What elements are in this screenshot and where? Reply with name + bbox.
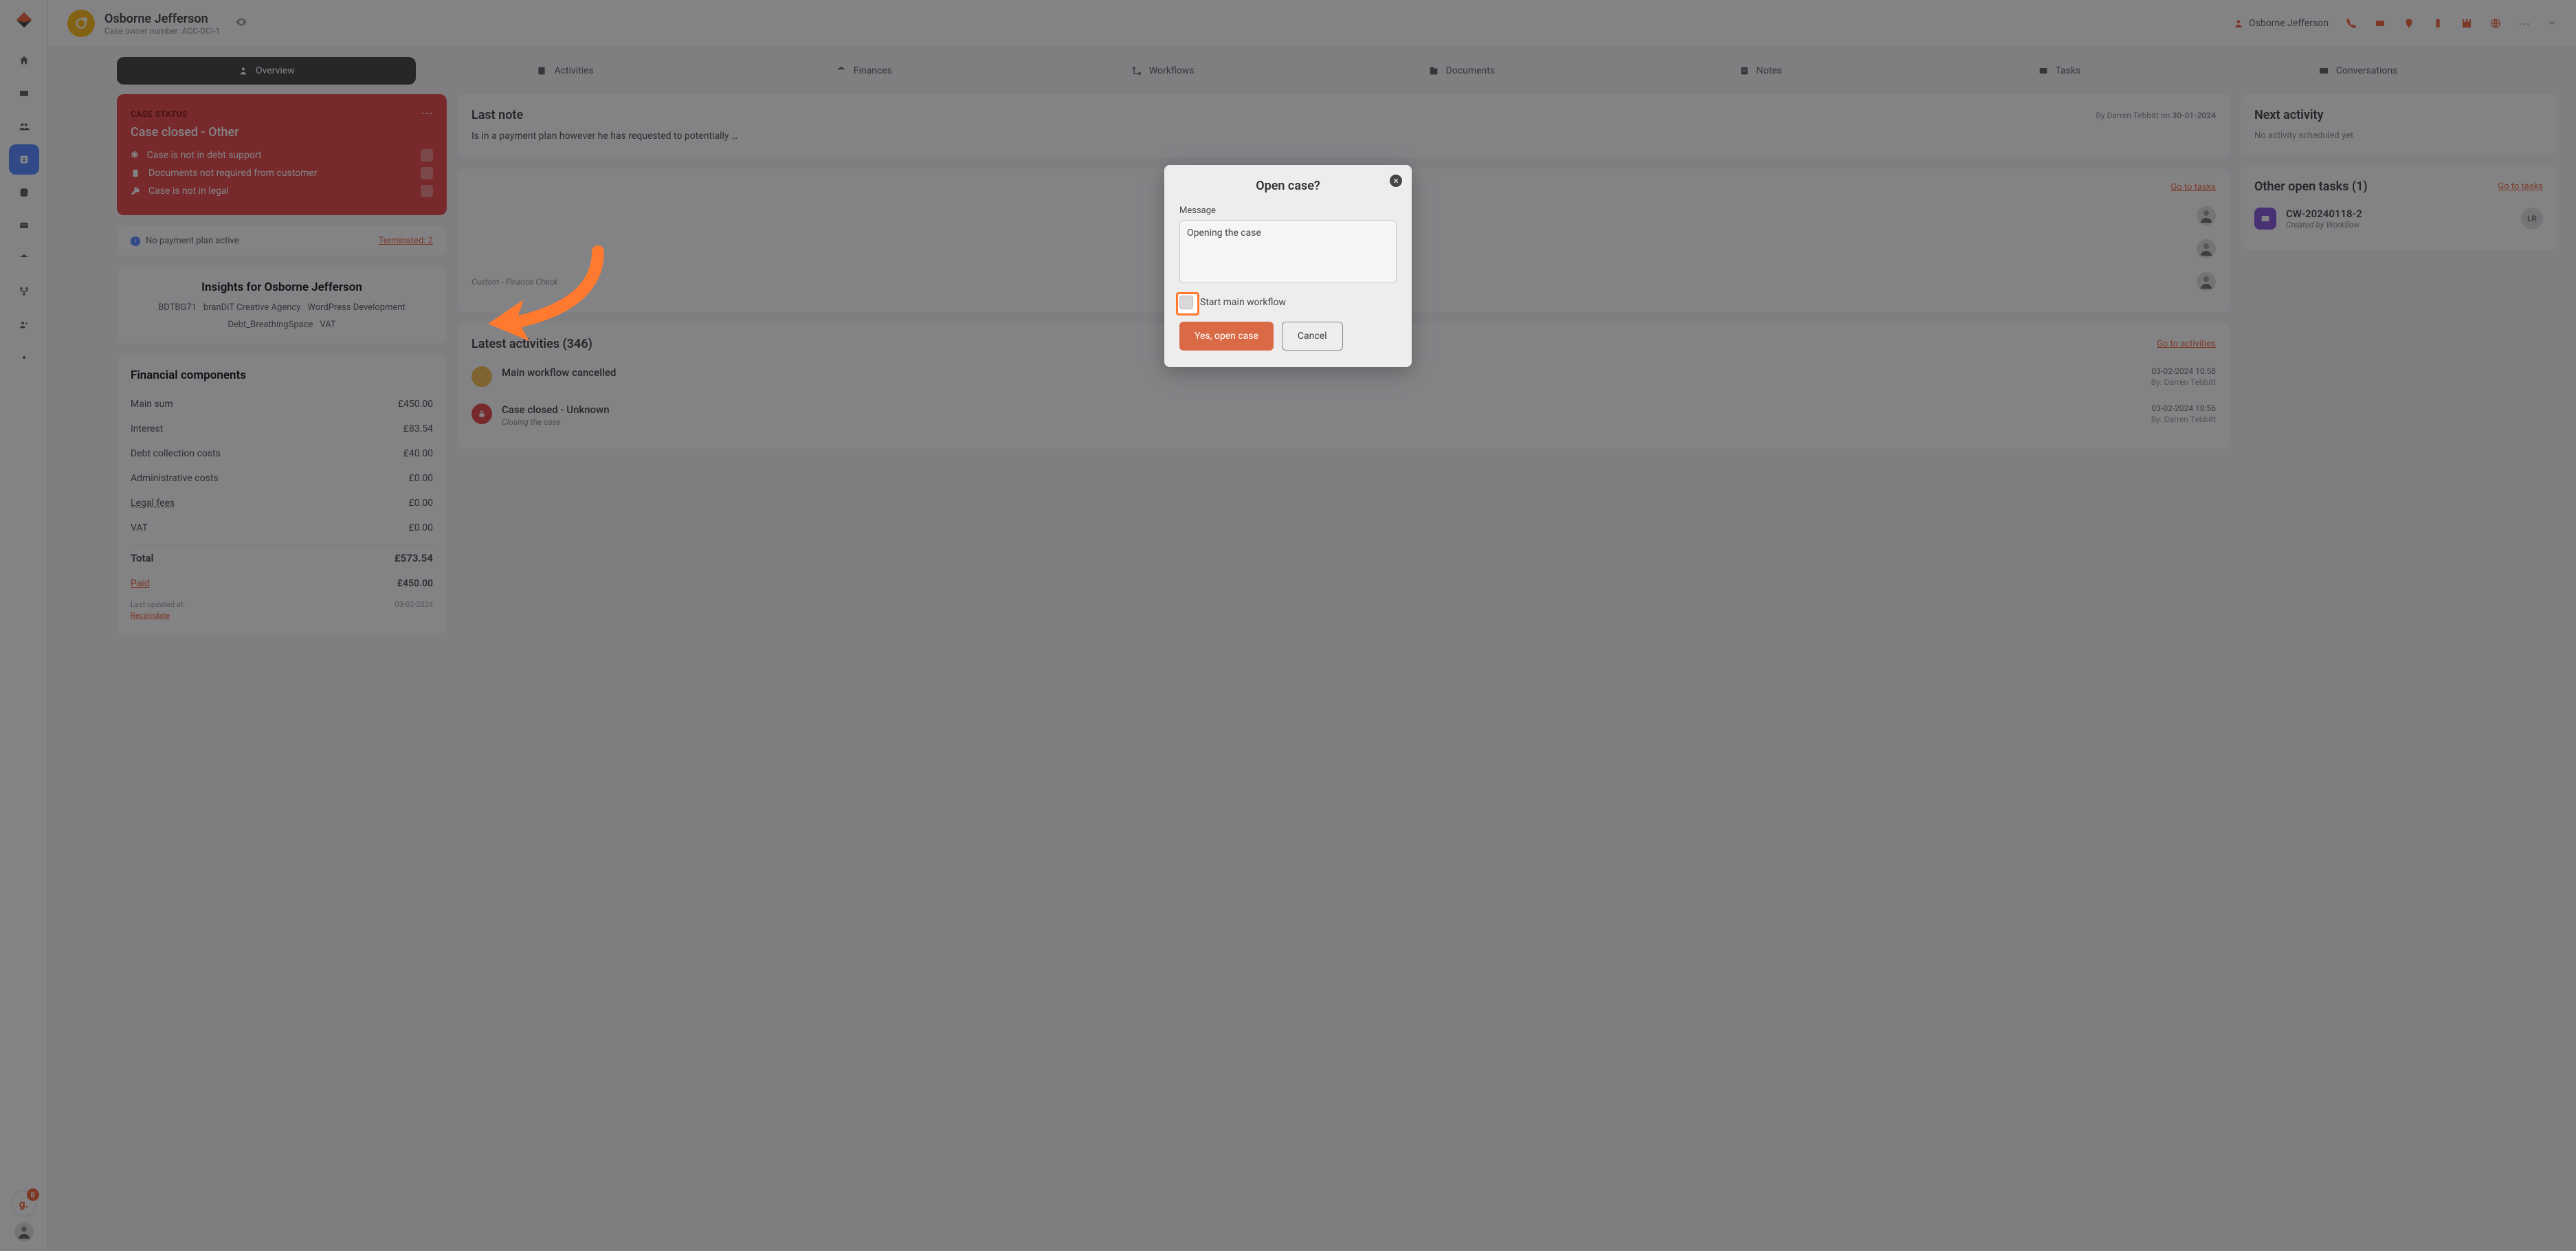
modal-title: Open case? xyxy=(1179,179,1397,193)
open-case-modal: ✕ Open case? Message Opening the case St… xyxy=(1164,165,1412,367)
message-input[interactable]: Opening the case xyxy=(1179,220,1397,283)
message-label: Message xyxy=(1179,206,1397,216)
cancel-button[interactable]: Cancel xyxy=(1282,322,1343,351)
confirm-button[interactable]: Yes, open case xyxy=(1179,322,1274,351)
annotation-arrow xyxy=(474,245,619,355)
modal-close-button[interactable]: ✕ xyxy=(1390,175,1402,187)
checkbox-label: Start main workflow xyxy=(1200,297,1286,308)
modal-overlay: ✕ Open case? Message Opening the case St… xyxy=(0,0,2576,1251)
start-workflow-checkbox[interactable] xyxy=(1179,296,1193,309)
